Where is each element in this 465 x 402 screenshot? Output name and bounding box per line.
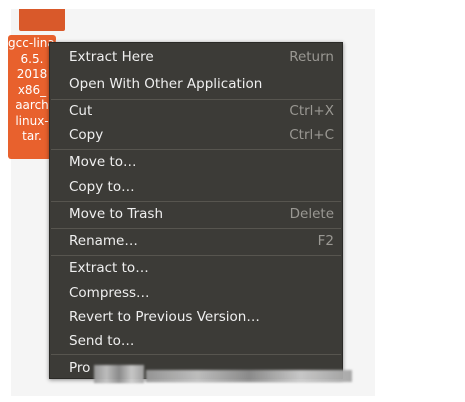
menu-item-label: Copy to… [69,179,135,195]
menu-item-move-to[interactable]: Move to… [50,150,342,174]
menu-item-label: Copy [69,127,104,143]
menu-item-label: Pro [69,360,91,376]
redaction-blur [146,370,352,382]
menu-item-send-to[interactable]: Send to… [50,329,342,353]
menu-item-shortcut: Ctrl+X [289,103,334,119]
menu-item-extract-here[interactable]: Extract Here Return [50,45,342,69]
context-menu: Extract Here Return Open With Other Appl… [49,42,343,379]
menu-item-shortcut: Delete [289,206,334,222]
menu-item-compress[interactable]: Compress… [50,281,342,305]
menu-item-label: Extract to… [69,260,149,276]
menu-item-rename[interactable]: Rename… F2 [50,229,342,253]
menu-separator [51,354,341,355]
menu-item-label: Send to… [69,333,135,349]
redaction-blur [94,365,144,383]
menu-item-copy[interactable]: Copy Ctrl+C [50,123,342,147]
menu-item-label: Compress… [69,285,150,301]
menu-item-copy-to[interactable]: Copy to… [50,175,342,199]
archive-file-icon[interactable] [19,9,65,31]
menu-item-label: Cut [69,103,93,119]
menu-item-label: Extract Here [69,49,154,65]
menu-item-label: Rename… [69,233,138,249]
menu-item-shortcut: F2 [317,233,334,249]
menu-item-move-to-trash[interactable]: Move to Trash Delete [50,202,342,226]
menu-item-label: Move to Trash [69,206,164,222]
menu-item-label: Move to… [69,154,137,170]
menu-item-label: Open With Other Application [69,76,263,92]
menu-item-cut[interactable]: Cut Ctrl+X [50,99,342,123]
menu-item-extract-to[interactable]: Extract to… [50,256,342,280]
menu-item-revert[interactable]: Revert to Previous Version… [50,305,342,329]
menu-item-label: Revert to Previous Version… [69,309,260,325]
menu-item-open-with[interactable]: Open With Other Application [50,72,342,96]
menu-item-shortcut: Return [289,49,334,65]
menu-item-shortcut: Ctrl+C [289,127,334,143]
